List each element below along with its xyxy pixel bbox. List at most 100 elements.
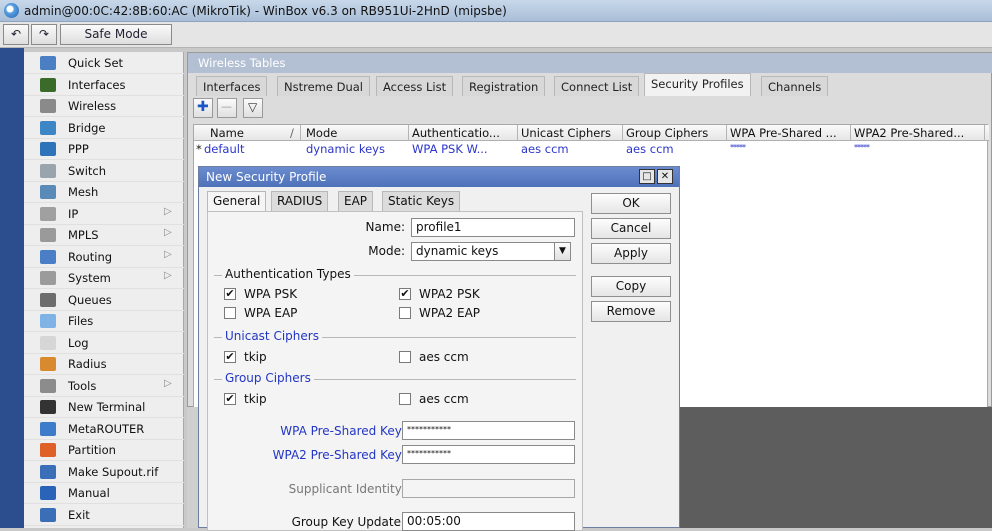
- cancel-button[interactable]: Cancel: [591, 218, 671, 239]
- sidebar-item-exit[interactable]: Exit: [24, 504, 184, 526]
- group-tkip-checkbox[interactable]: ✔: [224, 393, 236, 405]
- wpa-key-input[interactable]: ***********: [402, 421, 575, 440]
- minus-icon: —: [221, 100, 232, 113]
- col-wpa2-key[interactable]: WPA2 Pre-Shared...: [854, 126, 964, 140]
- sidebar-item-files[interactable]: Files: [24, 310, 184, 332]
- wpa2-key-input[interactable]: ***********: [402, 445, 575, 464]
- tab-eap[interactable]: EAP: [338, 191, 374, 211]
- copy-button[interactable]: Copy: [591, 276, 671, 297]
- filter-button[interactable]: ▽: [243, 98, 263, 118]
- background-gap: [187, 407, 198, 528]
- sidebar-item-label: Log: [68, 335, 89, 350]
- tab-general[interactable]: General: [207, 191, 267, 211]
- unicast-aes-checkbox[interactable]: [399, 351, 411, 363]
- sidebar-item-bridge[interactable]: Bridge: [24, 117, 184, 139]
- sidebar-item-label: MPLS: [68, 228, 99, 242]
- close-button[interactable]: ✕: [657, 169, 673, 184]
- sidebar-item-partition[interactable]: Partition: [24, 439, 184, 461]
- tab-radius[interactable]: RADIUS: [271, 191, 329, 211]
- sidebar-item-label: Manual: [68, 486, 110, 500]
- supplicant-input[interactable]: [402, 479, 575, 498]
- redo-button[interactable]: ↷: [31, 24, 57, 45]
- submenu-arrow-icon: ▷: [164, 248, 172, 260]
- name-input[interactable]: profile1: [411, 218, 575, 237]
- sidebar-item-routing[interactable]: Routing ▷: [24, 246, 184, 268]
- sidebar-item-manual[interactable]: Manual: [24, 482, 184, 504]
- sort-indicator: /: [290, 126, 294, 140]
- sidebar-item-label: IP: [68, 206, 79, 221]
- sidebar-item-system[interactable]: System ▷: [24, 267, 184, 289]
- cell-group: aes ccm: [626, 142, 674, 156]
- group-key-update-input[interactable]: 00:05:00: [402, 512, 575, 531]
- sidebar-item-label: Quick Set: [68, 56, 124, 70]
- sidebar-item-radius[interactable]: Radius: [24, 353, 184, 375]
- sidebar-item-mesh[interactable]: Mesh: [24, 181, 184, 203]
- remove-button[interactable]: —: [217, 98, 237, 118]
- sidebar-item-tools[interactable]: Tools ▷: [24, 375, 184, 397]
- remove-profile-button[interactable]: Remove: [591, 301, 671, 322]
- wpa2-key-label: WPA2 Pre-Shared Key:: [272, 448, 405, 462]
- sidebar-item-ppp[interactable]: PPP: [24, 138, 184, 160]
- sidebar-item-switch[interactable]: Switch: [24, 160, 184, 182]
- col-mode[interactable]: Mode: [306, 126, 337, 140]
- mode-dropdown-button[interactable]: ▼: [554, 242, 571, 261]
- queues-icon: [40, 292, 56, 307]
- sidebar-item-interfaces[interactable]: Interfaces: [24, 74, 184, 96]
- sidebar-item-label: Exit: [68, 507, 90, 522]
- wpa-eap-checkbox[interactable]: [224, 307, 236, 319]
- sidebar-item-ip[interactable]: IP ▷: [24, 203, 184, 225]
- unicast-tkip-checkbox[interactable]: ✔: [224, 351, 236, 363]
- table-row[interactable]: * default dynamic keys WPA PSK W... aes …: [194, 142, 989, 157]
- tab-connect-list[interactable]: Connect List: [554, 76, 640, 96]
- cell-authentication: WPA PSK W...: [412, 142, 488, 156]
- group-tkip-label: tkip: [244, 392, 267, 406]
- sidebar-item-label: Wireless: [68, 99, 117, 113]
- col-name[interactable]: Name: [210, 126, 244, 140]
- col-authentication[interactable]: Authenticatio...: [412, 126, 500, 140]
- restore-button[interactable]: □: [639, 169, 655, 184]
- sidebar-item-queues[interactable]: Queues: [24, 289, 184, 311]
- auth-types-title: Authentication Types: [222, 267, 354, 281]
- col-unicast-ciphers[interactable]: Unicast Ciphers: [521, 126, 611, 140]
- wpa2-eap-checkbox[interactable]: [399, 307, 411, 319]
- tab-nstreme-dual[interactable]: Nstreme Dual: [277, 76, 370, 96]
- sidebar-item-metarouter[interactable]: MetaROUTER: [24, 418, 184, 440]
- exit-icon: [40, 507, 56, 522]
- tab-registration[interactable]: Registration: [462, 76, 546, 96]
- group-aes-checkbox[interactable]: [399, 393, 411, 405]
- submenu-arrow-icon: ▷: [164, 205, 172, 217]
- sidebar-item-label: Interfaces: [68, 77, 126, 92]
- tab-static-keys[interactable]: Static Keys: [382, 191, 461, 211]
- filter-icon: ▽: [248, 100, 258, 114]
- close-icon: ✕: [660, 171, 670, 182]
- tab-security-profiles[interactable]: Security Profiles: [644, 73, 751, 96]
- sidebar-item-label: MetaROUTER: [68, 421, 145, 436]
- col-group-ciphers[interactable]: Group Ciphers: [626, 126, 708, 140]
- sidebar-item-wireless[interactable]: Wireless: [24, 95, 184, 117]
- wpa-psk-checkbox[interactable]: ✔: [224, 288, 236, 300]
- unicast-tkip-label: tkip: [244, 350, 267, 364]
- wpa-eap-label: WPA EAP: [244, 306, 298, 320]
- add-button[interactable]: ✚: [193, 98, 213, 118]
- tab-access-list[interactable]: Access List: [376, 76, 454, 96]
- sidebar-item-label: Mesh: [68, 185, 99, 199]
- apply-button[interactable]: Apply: [591, 243, 671, 264]
- manual-icon: [40, 486, 56, 500]
- sidebar-item-new-terminal[interactable]: New Terminal: [24, 396, 184, 418]
- wpa2-psk-checkbox[interactable]: ✔: [399, 288, 411, 300]
- toolbar: ↶ ↷ Safe Mode: [0, 22, 992, 48]
- safe-mode-button[interactable]: Safe Mode: [60, 24, 172, 45]
- mode-select[interactable]: dynamic keys: [411, 242, 555, 261]
- cell-unicast: aes ccm: [521, 142, 569, 156]
- ok-button[interactable]: OK: [591, 193, 671, 214]
- tab-channels[interactable]: Channels: [761, 76, 829, 96]
- tab-interfaces[interactable]: Interfaces: [196, 76, 268, 96]
- unicast-aes-label: aes ccm: [419, 350, 469, 364]
- sidebar-item-make-supout-rif[interactable]: Make Supout.rif: [24, 461, 184, 483]
- undo-button[interactable]: ↶: [3, 24, 29, 45]
- col-wpa-key[interactable]: WPA Pre-Shared ...: [730, 126, 837, 140]
- cell-wpa-key: *****: [730, 143, 746, 152]
- sidebar-item-log[interactable]: Log: [24, 332, 184, 354]
- sidebar-item-mpls[interactable]: MPLS ▷: [24, 224, 184, 246]
- sidebar-item-quick-set[interactable]: Quick Set: [24, 52, 184, 74]
